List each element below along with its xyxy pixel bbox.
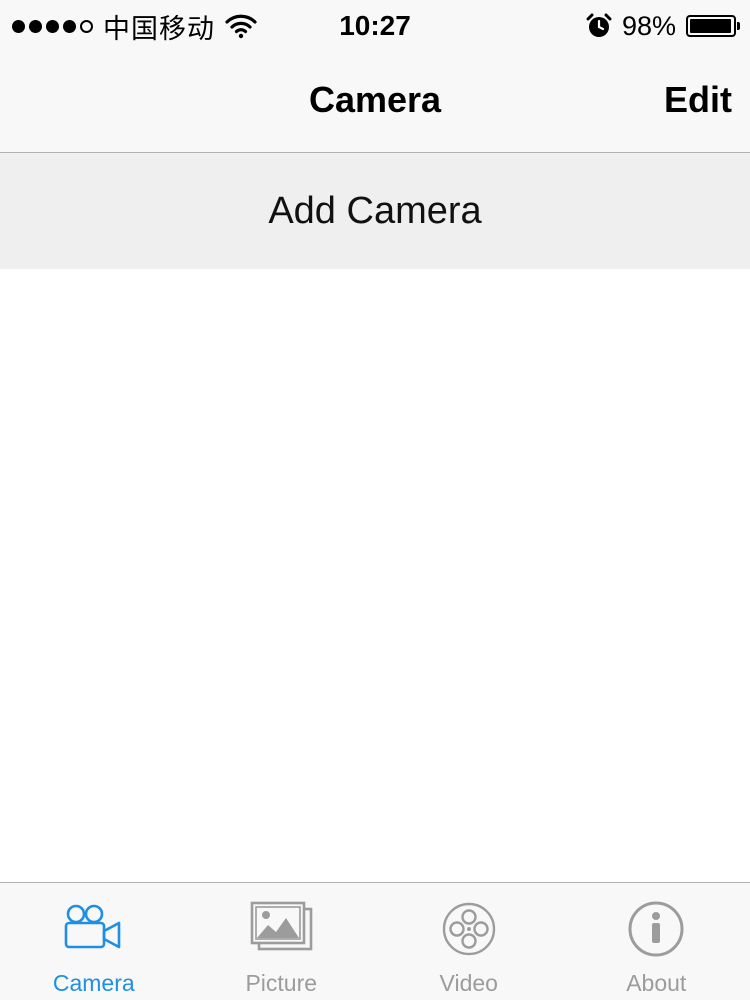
alarm-icon <box>586 13 612 37</box>
add-camera-button[interactable]: Add Camera <box>0 153 750 269</box>
tab-label: Picture <box>245 970 318 996</box>
page-title: Camera <box>308 79 442 120</box>
edit-button[interactable]: Edit <box>664 50 732 150</box>
film-reel-icon <box>442 902 495 956</box>
tab-video[interactable]: Video <box>375 883 563 1000</box>
tab-bar: Camera Picture Video About <box>0 882 750 1000</box>
status-bar: 中国移动 10:27 98% <box>0 0 750 50</box>
tab-camera[interactable]: Camera <box>0 883 188 1000</box>
tab-label: About <box>626 970 687 996</box>
battery-fill <box>690 19 732 33</box>
tab-label: Video <box>439 970 498 996</box>
picture-icon <box>250 901 313 951</box>
tab-picture[interactable]: Picture <box>188 883 376 1000</box>
tab-about[interactable]: About <box>563 883 750 1000</box>
info-icon <box>628 901 684 957</box>
nav-bar: Camera Edit <box>0 50 750 153</box>
video-camera-icon <box>64 904 121 949</box>
battery-icon <box>686 15 740 37</box>
tab-label: Camera <box>52 970 135 996</box>
battery-percent: 98% <box>621 10 676 41</box>
screen: 中国移动 10:27 98% Camera Edit Add Camera Ca… <box>0 0 750 1000</box>
status-right: 98% <box>586 8 740 44</box>
